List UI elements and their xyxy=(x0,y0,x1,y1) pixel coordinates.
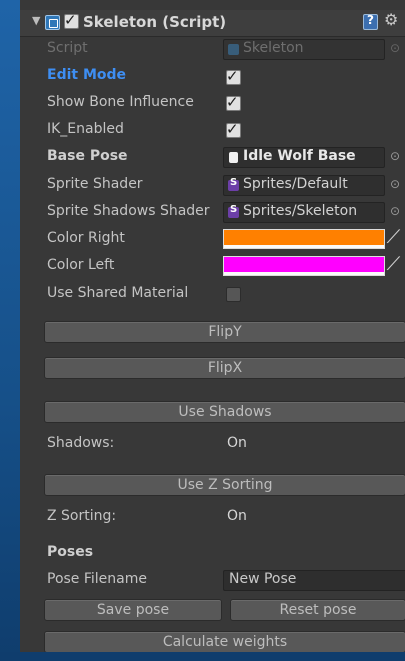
script-field: Skeleton xyxy=(223,39,385,60)
alpha-bar xyxy=(224,272,384,275)
calculate-weights-button[interactable]: Calculate weights xyxy=(44,631,405,652)
shader-icon xyxy=(228,177,239,191)
asset-icon xyxy=(229,152,238,163)
z-sorting-value: On xyxy=(227,508,247,524)
base-pose-label: Base Pose xyxy=(47,148,128,164)
sprite-shadows-shader-label: Sprite Shadows Shader xyxy=(47,203,210,219)
use-z-sorting-button[interactable]: Use Z Sorting xyxy=(44,474,405,496)
sprite-shadows-shader-field[interactable]: Sprites/Skeleton xyxy=(223,202,385,223)
checkmark-icon: ✓ xyxy=(226,120,239,138)
flip-y-button[interactable]: FlipY xyxy=(44,321,405,343)
sprite-shader-field[interactable]: Sprites/Default xyxy=(223,175,385,196)
use-shared-material-label: Use Shared Material xyxy=(47,285,189,301)
show-bone-influence-checkbox[interactable]: ✓ xyxy=(226,93,241,111)
use-shadows-button[interactable]: Use Shadows xyxy=(44,401,405,423)
checkmark-icon: ✓ xyxy=(226,67,239,85)
ik-enabled-checkbox[interactable]: ✓ xyxy=(226,120,241,138)
edit-mode-checkbox[interactable]: ✓ xyxy=(226,67,241,85)
checkmark-icon: ✓ xyxy=(64,11,77,29)
help-icon[interactable] xyxy=(363,13,378,30)
pose-filename-input[interactable]: New Pose xyxy=(223,570,405,591)
component-enabled-checkbox[interactable]: ✓ xyxy=(64,11,79,29)
object-picker-icon[interactable]: ⊙ xyxy=(390,149,400,163)
color-right-swatch[interactable] xyxy=(223,229,385,249)
color-right-label: Color Right xyxy=(47,230,125,246)
sprite-shadows-shader-value: Sprites/Skeleton xyxy=(243,203,358,219)
flip-x-button[interactable]: FlipX xyxy=(44,357,405,379)
reset-pose-button[interactable]: Reset pose xyxy=(230,599,405,621)
script-value: Skeleton xyxy=(243,40,304,56)
object-picker-icon[interactable]: ⊙ xyxy=(390,204,400,218)
color-left-label: Color Left xyxy=(47,257,115,273)
component-title: Skeleton (Script) xyxy=(83,13,227,31)
base-pose-field[interactable]: Idle Wolf Base xyxy=(223,147,385,168)
show-bone-influence-label: Show Bone Influence xyxy=(47,94,194,110)
foldout-arrow-icon[interactable]: ▼ xyxy=(32,14,40,27)
shadows-label: Shadows: xyxy=(47,435,115,451)
scene-background-bottom xyxy=(0,652,405,661)
alpha-bar xyxy=(224,245,384,248)
object-picker-icon[interactable]: ⊙ xyxy=(390,177,400,191)
shader-icon xyxy=(228,204,239,218)
object-picker-icon: ⊙ xyxy=(390,41,401,55)
gear-icon[interactable]: ⚙ xyxy=(384,10,398,29)
shadows-value: On xyxy=(227,435,247,451)
sprite-shader-label: Sprite Shader xyxy=(47,176,143,192)
sprite-shader-value: Sprites/Default xyxy=(243,176,348,192)
eyedropper-icon[interactable]: ╱ xyxy=(387,255,399,273)
pose-filename-label: Pose Filename xyxy=(47,571,147,587)
edit-mode-label: Edit Mode xyxy=(47,67,127,83)
color-left-swatch[interactable] xyxy=(223,256,385,276)
checkmark-icon: ✓ xyxy=(226,93,239,111)
ik-enabled-label: IK_Enabled xyxy=(47,121,124,137)
script-label: Script xyxy=(47,40,88,56)
scene-background xyxy=(0,0,20,661)
z-sorting-label: Z Sorting: xyxy=(47,508,117,524)
script-icon xyxy=(45,15,60,30)
poses-heading: Poses xyxy=(47,544,94,560)
use-shared-material-checkbox[interactable] xyxy=(226,287,241,302)
component-header[interactable]: ▼ ✓ Skeleton (Script) ⚙ xyxy=(20,10,405,37)
save-pose-button[interactable]: Save pose xyxy=(44,599,222,621)
inspector-panel: ▼ ✓ Skeleton (Script) ⚙ Script Skeleton … xyxy=(20,0,405,652)
base-pose-value: Idle Wolf Base xyxy=(243,148,356,164)
script-asset-icon xyxy=(228,44,239,55)
pose-filename-value: New Pose xyxy=(229,571,297,587)
eyedropper-icon[interactable]: ╱ xyxy=(387,228,399,246)
